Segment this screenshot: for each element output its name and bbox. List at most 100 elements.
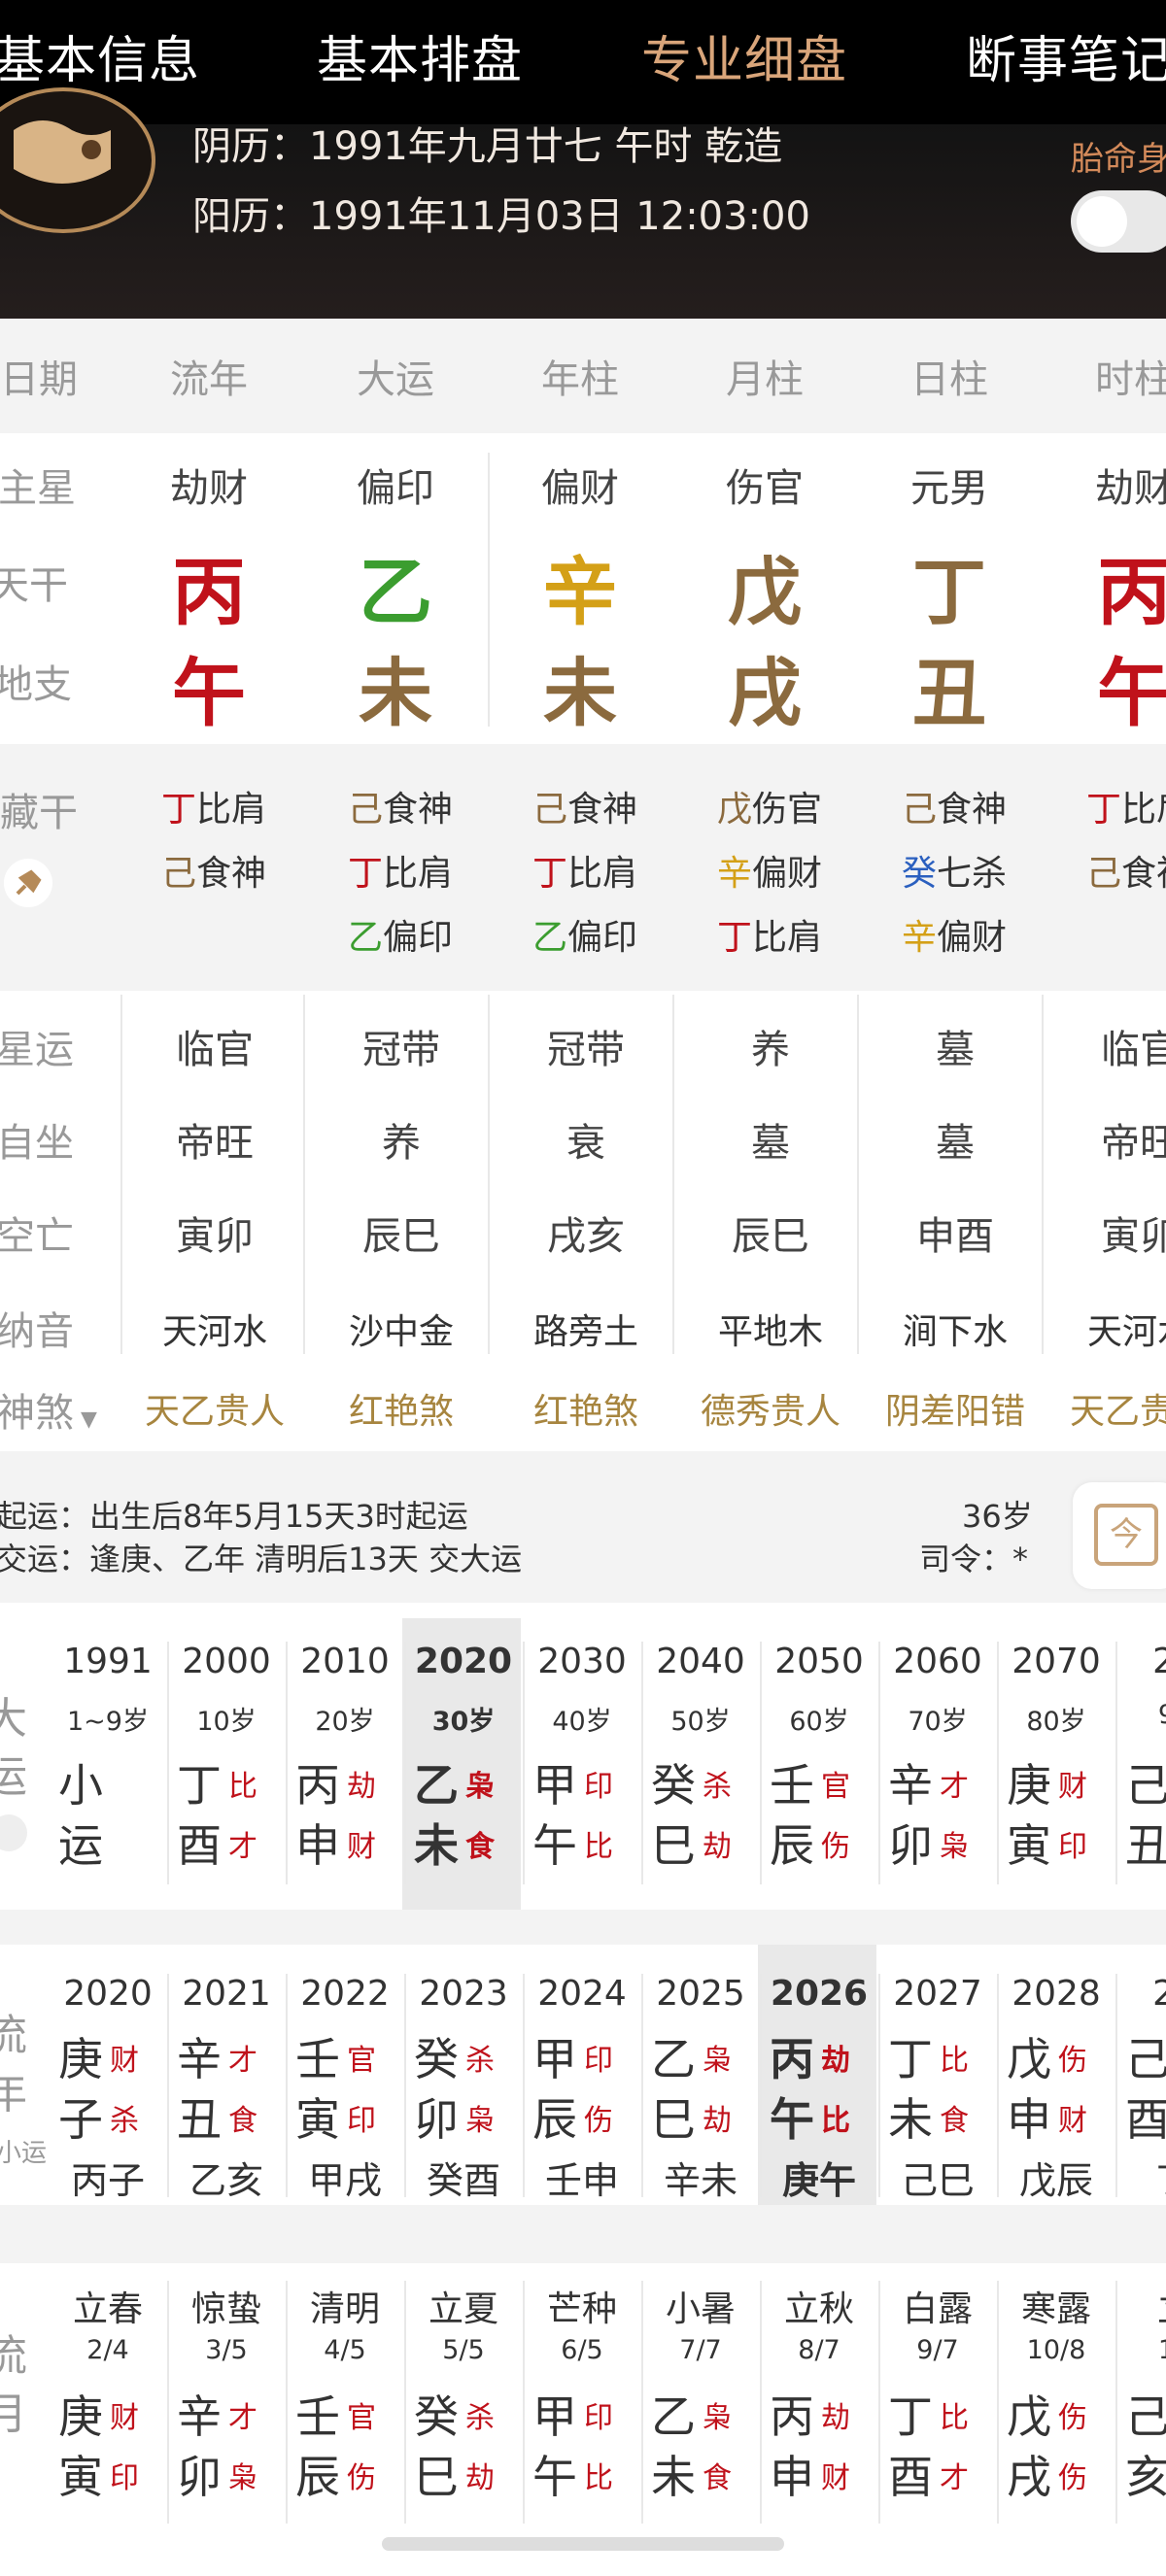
canggan-stem: 己 bbox=[532, 790, 567, 830]
canggan-stem: 戊 bbox=[716, 790, 752, 830]
year-label[interactable]: 立 bbox=[1115, 2281, 1166, 2331]
year-label[interactable]: 2025 bbox=[641, 1974, 760, 2014]
divider bbox=[641, 2281, 643, 2524]
divider bbox=[286, 1974, 288, 2197]
year-label[interactable]: 清明 bbox=[286, 2281, 404, 2331]
ten-god-tag: 才 bbox=[940, 1770, 969, 1804]
sub-label: 50岁 bbox=[670, 1707, 731, 1737]
year-label[interactable]: 2040 bbox=[641, 1642, 760, 1681]
ten-god-tag: 财 bbox=[1058, 1770, 1087, 1804]
year-label[interactable]: 立夏 bbox=[404, 2281, 523, 2331]
tab-basic-chart[interactable]: 基本排盘 bbox=[317, 19, 523, 92]
year-label[interactable]: 小暑 bbox=[641, 2281, 760, 2331]
ganzhi-char: 未 bbox=[414, 1819, 459, 1872]
ganzhi-char: 壬 bbox=[295, 2033, 340, 2085]
canggan-item: 戊伤官 bbox=[692, 781, 847, 831]
year-label[interactable]: 2028 bbox=[997, 1974, 1115, 2014]
ten-god-tag: 枭 bbox=[465, 2104, 495, 2138]
tab-notes[interactable]: 断事笔记 bbox=[966, 19, 1166, 92]
xiaoyun-cell: 戊辰 bbox=[1018, 2159, 1093, 2202]
zizuo-cell: 衰 bbox=[566, 1121, 605, 1166]
ten-god-tag: 印 bbox=[584, 2401, 613, 2435]
canggan-item: 己食神 bbox=[323, 781, 478, 831]
year-label[interactable]: 寒露 bbox=[997, 2281, 1115, 2331]
year-label[interactable]: 芒种 bbox=[523, 2281, 641, 2331]
ten-god-tag: 食 bbox=[465, 1830, 495, 1864]
canggan-stem: 癸 bbox=[901, 854, 937, 894]
year-label[interactable]: 立秋 bbox=[760, 2281, 878, 2331]
ten-god-tag: 财 bbox=[110, 2401, 139, 2435]
ganzhi-char: 子 bbox=[58, 2093, 103, 2146]
sub-label: 8/7 bbox=[798, 2335, 840, 2365]
row-label-shensha[interactable]: 神煞 ▼ bbox=[0, 1381, 97, 1438]
year-label[interactable]: 2024 bbox=[523, 1974, 641, 2014]
shensha-cell[interactable]: 天乙贵人 bbox=[122, 1383, 307, 1434]
shensha-cell[interactable]: 德秀贵人 bbox=[678, 1383, 863, 1434]
ganzhi-char: 辰 bbox=[770, 1819, 814, 1872]
year-label[interactable]: 2020 bbox=[49, 1974, 167, 2014]
ganzhi-char: 癸 bbox=[414, 2390, 459, 2443]
canggan-god: 食神 bbox=[196, 854, 267, 894]
year-label[interactable]: 20 bbox=[1115, 1642, 1166, 1681]
canggan-god: 比肩 bbox=[196, 790, 267, 830]
year-label[interactable]: 2020 bbox=[404, 1642, 523, 1681]
year-label[interactable]: 1991 bbox=[49, 1642, 167, 1681]
year-label[interactable]: 白露 bbox=[878, 2281, 997, 2331]
kongwang-cell: 寅卯 bbox=[176, 1214, 254, 1259]
kongwang-cell: 戌亥 bbox=[547, 1214, 625, 1259]
year-label[interactable]: 20 bbox=[1115, 1974, 1166, 2014]
year-label[interactable]: 立春 bbox=[49, 2281, 167, 2331]
qiyun-handover: 交运：逢庚、乙年 清明后13天 交大运 bbox=[0, 1541, 523, 1577]
ganzhi-char: 卯 bbox=[177, 2451, 222, 2503]
year-label[interactable]: 2060 bbox=[878, 1642, 997, 1681]
year-label[interactable]: 2000 bbox=[167, 1642, 286, 1681]
ten-god-tag: 杀 bbox=[110, 2104, 139, 2138]
divider bbox=[641, 1642, 643, 1884]
ten-god-tag: 伤 bbox=[1058, 2401, 1087, 2435]
year-label[interactable]: 2023 bbox=[404, 1974, 523, 2014]
home-indicator[interactable] bbox=[382, 2537, 784, 2551]
year-label[interactable]: 2010 bbox=[286, 1642, 404, 1681]
ganzhi-char: 辛 bbox=[177, 2390, 222, 2443]
today-button[interactable]: 今 bbox=[1073, 1482, 1166, 1589]
kongwang-cell: 辰巳 bbox=[362, 1214, 440, 1259]
ten-god-tag: 食 bbox=[703, 2461, 732, 2495]
canggan-item: 己食神 bbox=[876, 781, 1032, 831]
canggan-item: 己食神 bbox=[1061, 845, 1166, 896]
xiaoyun-cell: 壬申 bbox=[544, 2159, 619, 2202]
sub-label: 6/5 bbox=[561, 2335, 603, 2365]
shensha-cell[interactable]: 阴差阳错 bbox=[863, 1383, 1047, 1434]
ten-god-tag: 杀 bbox=[465, 2401, 495, 2435]
tab-professional-chart[interactable]: 专业细盘 bbox=[641, 19, 847, 92]
divider bbox=[760, 2281, 762, 2524]
canggan-god: 偏财 bbox=[937, 918, 1008, 958]
shensha-cell[interactable]: 天乙贵人 bbox=[1047, 1383, 1166, 1434]
dayun-indicator bbox=[0, 1814, 27, 1851]
canggan-stem: 丁 bbox=[532, 854, 567, 894]
tab-basic-info[interactable]: 基本信息 bbox=[0, 19, 200, 92]
col-header-dayun: 大运 bbox=[357, 357, 434, 402]
year-label[interactable]: 2022 bbox=[286, 1974, 404, 2014]
year-label[interactable]: 惊蛰 bbox=[167, 2281, 286, 2331]
ganzhi-char: 丁 bbox=[888, 2390, 933, 2443]
xiaoyun-cell: 癸酉 bbox=[426, 2159, 500, 2202]
year-label[interactable]: 2021 bbox=[167, 1974, 286, 2014]
year-label[interactable]: 2030 bbox=[523, 1642, 641, 1681]
xiaoyun-cell: 乙亥 bbox=[189, 2159, 263, 2202]
shensha-cell[interactable]: 红艳煞 bbox=[494, 1383, 678, 1434]
year-label[interactable]: 2027 bbox=[878, 1974, 997, 2014]
year-label[interactable]: 2050 bbox=[760, 1642, 878, 1681]
year-label[interactable]: 2026 bbox=[760, 1974, 878, 2014]
year-label[interactable]: 2070 bbox=[997, 1642, 1115, 1681]
divider bbox=[641, 1974, 643, 2197]
ganzhi-char: 未 bbox=[888, 2093, 933, 2146]
divider bbox=[1115, 1974, 1117, 2197]
ten-god-tag: 比 bbox=[940, 2044, 969, 2078]
sub-label: 20岁 bbox=[315, 1707, 375, 1737]
col-header-hour: 时柱 bbox=[1095, 357, 1166, 402]
canggan-stem: 丁 bbox=[347, 854, 383, 894]
ganzhi-char: 壬 bbox=[770, 1759, 814, 1812]
shensha-cell[interactable]: 红艳煞 bbox=[309, 1383, 494, 1434]
pin-icon[interactable] bbox=[4, 859, 52, 907]
taiming-label: 胎命身 bbox=[1071, 140, 1166, 179]
